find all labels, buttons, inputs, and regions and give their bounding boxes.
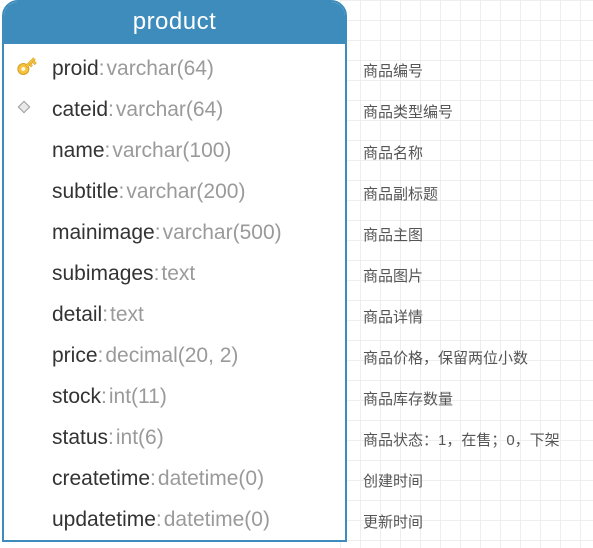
foreign-key-icon (14, 97, 34, 122)
column-row: subimages: text (4, 253, 345, 294)
column-type: int(6) (116, 426, 164, 450)
column-description: 更新时间 (363, 501, 560, 542)
column-type: text (110, 303, 144, 327)
column-description: 创建时间 (363, 460, 560, 501)
column-type: varchar(64) (116, 98, 223, 122)
column-row: proid: varchar(64) (4, 48, 345, 89)
column-type: varchar(64) (107, 57, 214, 81)
column-name: stock (52, 385, 101, 409)
column-description: 商品名称 (363, 132, 560, 173)
column-description: 商品编号 (363, 50, 560, 91)
column-type: varchar(500) (163, 221, 282, 245)
column-row: subtitle: varchar(200) (4, 171, 345, 212)
colon-separator: : (155, 221, 161, 245)
column-list: proid: varchar(64)cateid: varchar(64)nam… (4, 44, 345, 540)
column-description: 商品类型编号 (363, 91, 560, 132)
column-row: createtime: datetime(0) (4, 458, 345, 499)
column-description: 商品主图 (363, 214, 560, 255)
column-name: createtime (52, 467, 150, 491)
table-title: product (4, 2, 345, 44)
column-row: price: decimal(20, 2) (4, 335, 345, 376)
column-name: subimages (52, 262, 154, 286)
column-name: proid (52, 57, 99, 81)
colon-separator: : (150, 467, 156, 491)
column-type: varchar(200) (126, 180, 245, 204)
column-description: 商品库存数量 (363, 378, 560, 419)
column-name: price (52, 344, 98, 368)
column-name: detail (52, 303, 102, 327)
column-description: 商品图片 (363, 255, 560, 296)
column-icon-slot (14, 97, 52, 122)
column-type: int(11) (109, 385, 167, 409)
column-row: detail: text (4, 294, 345, 335)
column-type: datetime(0) (158, 467, 264, 491)
column-row: mainimage: varchar(500) (4, 212, 345, 253)
colon-separator: : (105, 139, 111, 163)
column-row: updatetime: datetime(0) (4, 499, 345, 540)
colon-separator: : (156, 508, 162, 532)
table-card: product proid: varchar(64)cateid: varcha… (2, 0, 347, 542)
column-row: status: int(6) (4, 417, 345, 458)
column-name: mainimage (52, 221, 155, 245)
column-type: datetime(0) (164, 508, 270, 532)
colon-separator: : (108, 426, 114, 450)
column-name: status (52, 426, 108, 450)
colon-separator: : (108, 98, 114, 122)
description-list: 商品编号商品类型编号商品名称商品副标题商品主图商品图片商品详情商品价格，保留两位… (347, 0, 560, 542)
colon-separator: : (154, 262, 160, 286)
colon-separator: : (102, 303, 108, 327)
column-description: 商品价格，保留两位小数 (363, 337, 560, 378)
column-name: cateid (52, 98, 108, 122)
column-description: 商品详情 (363, 296, 560, 337)
column-description: 商品状态：1，在售；0，下架 (363, 419, 560, 460)
primary-key-icon (14, 54, 44, 84)
colon-separator: : (98, 344, 104, 368)
colon-separator: : (99, 57, 105, 81)
column-type: text (161, 262, 195, 286)
colon-separator: : (101, 385, 107, 409)
column-name: updatetime (52, 508, 156, 532)
column-icon-slot (14, 54, 52, 84)
column-name: subtitle (52, 180, 119, 204)
column-description: 商品副标题 (363, 173, 560, 214)
colon-separator: : (119, 180, 125, 204)
column-row: stock: int(11) (4, 376, 345, 417)
column-type: decimal(20, 2) (105, 344, 238, 368)
column-row: name: varchar(100) (4, 130, 345, 171)
column-name: name (52, 139, 105, 163)
column-row: cateid: varchar(64) (4, 89, 345, 130)
column-type: varchar(100) (112, 139, 231, 163)
